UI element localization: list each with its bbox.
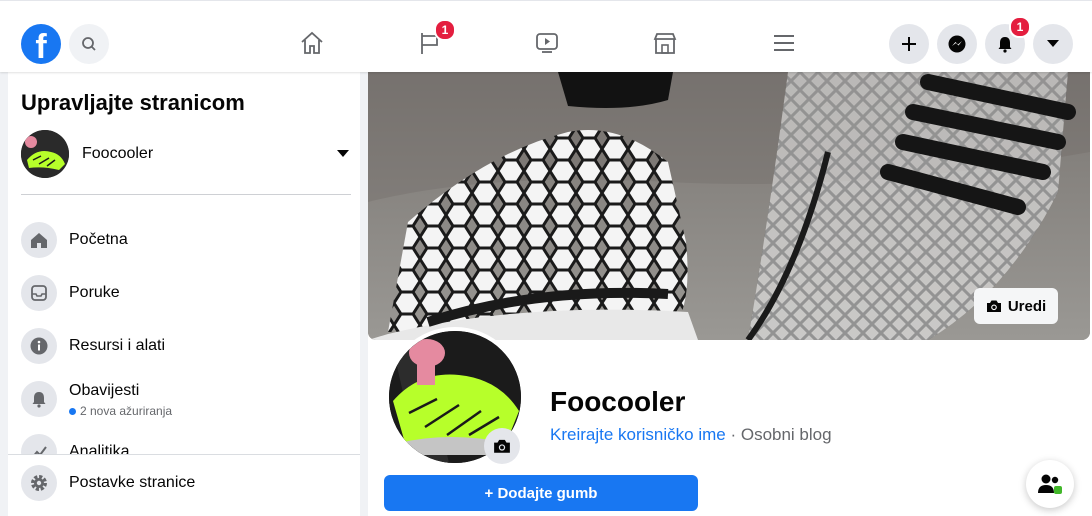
sidebar-item-home[interactable]: Početna xyxy=(21,218,351,264)
notifications-badge: 1 xyxy=(1009,16,1031,38)
page-subline: Kreirajte korisničko ime · Osobni blog xyxy=(550,425,832,445)
nav-menu[interactable] xyxy=(762,23,806,63)
nav-pages[interactable]: 1 xyxy=(408,19,456,63)
sidebar-item-label: Početna xyxy=(69,231,128,248)
edit-cover-label: Uredi xyxy=(1007,297,1047,315)
pages-badge: 1 xyxy=(434,19,456,41)
account-button[interactable] xyxy=(1033,24,1073,64)
nav-marketplace[interactable] xyxy=(643,23,687,63)
menu-icon xyxy=(774,35,794,51)
people-icon xyxy=(1038,474,1062,494)
add-button-label: + Dodajte gumb xyxy=(484,484,598,502)
sidebar-item-page-settings[interactable]: Postavke stranice xyxy=(21,461,351,507)
nav-home[interactable] xyxy=(290,23,334,63)
sidebar-item-resources[interactable]: Resursi i alati xyxy=(21,324,351,370)
notifications-button[interactable]: 1 xyxy=(985,16,1031,64)
search-icon xyxy=(82,37,96,51)
gear-icon xyxy=(21,465,57,501)
search-button[interactable] xyxy=(69,24,109,64)
separator: · xyxy=(725,425,741,444)
create-username-link[interactable]: Kreirajte korisničko ime xyxy=(550,425,726,444)
notifications-update-count: 2 nova ažuriranja xyxy=(69,404,172,418)
sidebar-item-label: Obavijesti xyxy=(69,382,140,399)
top-navigation-bar: f 1 1 xyxy=(0,0,1092,72)
sidebar-item-label: Resursi i alati xyxy=(69,337,166,354)
info-icon xyxy=(21,328,57,364)
camera-icon xyxy=(494,439,510,453)
bell-icon xyxy=(998,37,1012,53)
edit-cover-button[interactable]: Uredi xyxy=(974,288,1058,324)
contacts-float-button[interactable] xyxy=(1026,460,1074,508)
messenger-button[interactable] xyxy=(937,24,977,64)
sidebar-item-notifications[interactable]: Obavijesti 2 nova ažuriranja xyxy=(21,377,351,423)
sidebar-footer: Postavke stranice xyxy=(8,454,360,516)
marketplace-icon xyxy=(653,33,677,54)
facebook-logo[interactable]: f xyxy=(21,24,61,64)
bell-icon xyxy=(21,381,57,417)
page-category: Osobni blog xyxy=(740,425,832,444)
video-icon xyxy=(536,33,558,53)
sidebar-title: Upravljajte stranicom xyxy=(21,90,245,115)
plus-icon xyxy=(902,37,916,51)
messenger-icon xyxy=(948,35,966,53)
sidebar-item-messages[interactable]: Poruke xyxy=(21,271,351,317)
inbox-icon xyxy=(21,275,57,311)
page-title: Foocooler xyxy=(550,386,686,417)
sidebar-item-label: Poruke xyxy=(69,284,120,301)
caret-down-icon xyxy=(1047,40,1059,47)
page-name: Foocooler xyxy=(82,145,154,162)
page-avatar xyxy=(21,130,69,178)
sidebar-item-label: Postavke stranice xyxy=(69,474,196,491)
manage-page-sidebar: Upravljajte stranicom Foocooler Početna … xyxy=(8,72,360,516)
create-button[interactable] xyxy=(889,24,929,64)
page-profile-main: Uredi Foocooler Kreirajte korisničko ime… xyxy=(368,72,1092,516)
home-icon xyxy=(301,31,323,54)
divider xyxy=(21,194,351,195)
camera-icon xyxy=(986,300,1001,312)
nav-watch[interactable] xyxy=(525,23,569,63)
update-profile-picture-button[interactable] xyxy=(484,428,520,464)
add-button-button[interactable]: + Dodajte gumb xyxy=(384,475,698,511)
caret-down-icon[interactable] xyxy=(337,150,349,157)
home-icon xyxy=(21,222,57,258)
page-switcher[interactable]: Foocooler xyxy=(21,128,351,180)
